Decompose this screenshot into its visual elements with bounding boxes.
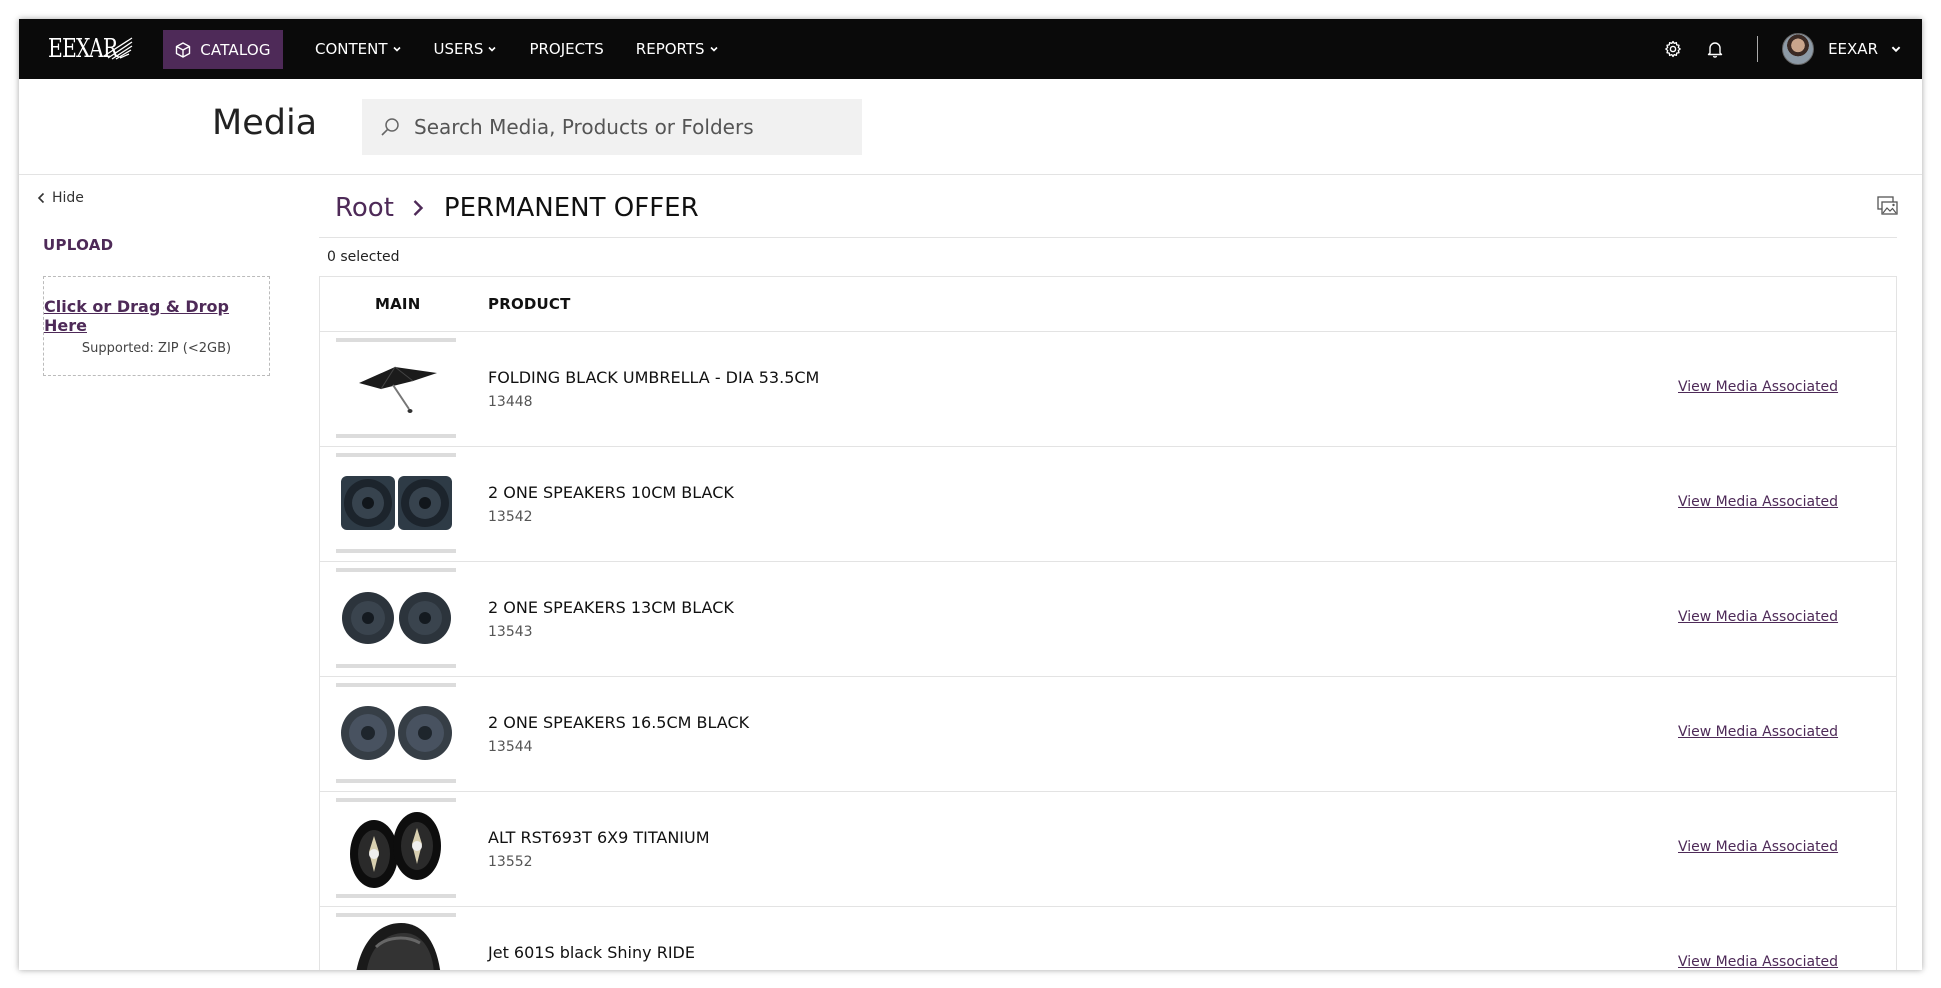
- table-header: MAIN PRODUCT: [320, 277, 1896, 332]
- bell-icon: [1707, 42, 1723, 58]
- column-header-product[interactable]: PRODUCT: [488, 295, 571, 313]
- breadcrumb: Root PERMANENT OFFER: [335, 188, 699, 228]
- page-header: Media: [19, 79, 1922, 175]
- umbrella-image: [359, 366, 437, 413]
- product-thumbnail[interactable]: [336, 683, 456, 783]
- upload-title: UPLOAD: [43, 236, 114, 254]
- upload-dropzone[interactable]: Click or Drag & Drop Here Supported: ZIP…: [43, 276, 270, 376]
- nav-item-users[interactable]: USERS: [434, 40, 498, 58]
- table-row[interactable]: 2 ONE SPEAKERS 10CM BLACK 13542 View Med…: [320, 447, 1896, 562]
- product-sku: 13544: [488, 739, 533, 755]
- search-input[interactable]: [414, 115, 834, 139]
- search-icon: [381, 118, 399, 136]
- speakers-image: [342, 592, 451, 644]
- nav-item-projects[interactable]: PROJECTS: [529, 40, 603, 58]
- product-thumbnail[interactable]: [336, 913, 456, 970]
- product-name: 2 ONE SPEAKERS 16.5CM BLACK: [488, 713, 750, 732]
- settings-button[interactable]: [1661, 37, 1685, 61]
- gallery-view-button[interactable]: [1877, 196, 1899, 220]
- nav-item-label: PROJECTS: [529, 40, 604, 58]
- chevron-down-icon: [392, 46, 401, 52]
- notifications-button[interactable]: [1703, 37, 1727, 61]
- view-media-link[interactable]: View Media Associated: [1678, 609, 1838, 625]
- view-media-link[interactable]: View Media Associated: [1678, 954, 1838, 970]
- view-media-link[interactable]: View Media Associated: [1678, 724, 1838, 740]
- speakers-image: [341, 476, 452, 530]
- product-thumbnail[interactable]: [336, 798, 456, 898]
- top-navigation-bar: EEXAR CATALOG CONTENT USERS PROJECTS REP…: [19, 19, 1922, 79]
- table-row[interactable]: 2 ONE SPEAKERS 13CM BLACK 13543 View Med…: [320, 562, 1896, 677]
- product-sku: 13542: [488, 509, 533, 525]
- nav-item-label: CONTENT: [315, 40, 388, 58]
- nav-item-label: REPORTS: [635, 40, 705, 58]
- product-name: 2 ONE SPEAKERS 13CM BLACK: [488, 598, 734, 617]
- breadcrumb-root[interactable]: Root: [335, 193, 394, 223]
- upload-hint: Supported: ZIP (<2GB): [81, 340, 232, 356]
- table-row[interactable]: 2 ONE SPEAKERS 16.5CM BLACK 13544 View M…: [320, 677, 1896, 792]
- chevron-right-icon: [413, 200, 424, 216]
- chevron-down-icon: [488, 46, 497, 52]
- catalog-button[interactable]: CATALOG: [163, 30, 283, 69]
- avatar[interactable]: [1782, 33, 1815, 65]
- catalog-label: CATALOG: [200, 40, 271, 59]
- main-content: Root PERMANENT OFFER 0 selected MAIN PRO…: [319, 176, 1899, 970]
- nav-item-content[interactable]: CONTENT: [315, 40, 402, 58]
- product-table: MAIN PRODUCT FOLDING BLACK UMBRELLA - DI…: [319, 276, 1897, 970]
- user-name[interactable]: EEXAR: [1828, 40, 1878, 58]
- table-row[interactable]: ALT RST693T 6X9 TITANIUM 13552 View Medi…: [320, 792, 1896, 907]
- view-media-link[interactable]: View Media Associated: [1678, 379, 1838, 395]
- helmet-image: [356, 923, 441, 970]
- page-title: Media: [212, 103, 318, 143]
- view-media-link[interactable]: View Media Associated: [1678, 494, 1838, 510]
- nav-item-label: USERS: [433, 40, 484, 58]
- view-media-link[interactable]: View Media Associated: [1678, 839, 1838, 855]
- chevron-down-icon[interactable]: [1890, 43, 1902, 55]
- product-name: FOLDING BLACK UMBRELLA - DIA 53.5CM: [488, 368, 820, 387]
- product-name: 2 ONE SPEAKERS 10CM BLACK: [488, 483, 734, 502]
- product-sku: 13448: [488, 394, 533, 410]
- column-header-main[interactable]: MAIN: [375, 295, 420, 313]
- user-area: EEXAR: [1661, 19, 1902, 79]
- chevron-down-icon: [710, 46, 718, 52]
- app-window: EEXAR CATALOG CONTENT USERS PROJECTS REP…: [19, 19, 1922, 970]
- main-menu: CONTENT USERS PROJECTS REPORTS: [315, 19, 751, 79]
- divider: [319, 237, 1897, 238]
- brand-logo[interactable]: EEXAR: [48, 32, 134, 66]
- cube-icon: [176, 41, 191, 58]
- product-thumbnail[interactable]: [336, 453, 456, 553]
- product-name: Jet 601S black Shiny RIDE: [488, 943, 695, 962]
- sidebar: Hide UPLOAD Click or Drag & Drop Here Su…: [19, 176, 309, 970]
- oval-speakers-image: [350, 812, 441, 888]
- product-sku: 13552: [488, 854, 533, 870]
- table-row[interactable]: FOLDING BLACK UMBRELLA - DIA 53.5CM 1344…: [320, 332, 1896, 447]
- nav-item-reports[interactable]: REPORTS: [636, 40, 719, 58]
- breadcrumb-current: PERMANENT OFFER: [443, 193, 699, 223]
- speakers-image: [341, 706, 452, 760]
- divider: [1757, 36, 1759, 62]
- selected-count: 0 selected: [327, 249, 400, 265]
- chevron-left-icon: [37, 192, 45, 204]
- images-icon: [1877, 196, 1898, 215]
- product-name: ALT RST693T 6X9 TITANIUM: [488, 828, 710, 847]
- table-row[interactable]: Jet 601S black Shiny RIDE View Media Ass…: [320, 907, 1896, 970]
- search-box[interactable]: [362, 99, 862, 155]
- product-thumbnail[interactable]: [336, 338, 456, 438]
- hide-label: Hide: [52, 190, 84, 206]
- gear-icon: [1665, 40, 1681, 58]
- wing-icon: [103, 37, 133, 60]
- product-sku: 13543: [488, 624, 533, 640]
- product-thumbnail[interactable]: [336, 568, 456, 668]
- hide-sidebar-button[interactable]: Hide: [37, 190, 84, 206]
- upload-link[interactable]: Click or Drag & Drop Here: [44, 297, 269, 335]
